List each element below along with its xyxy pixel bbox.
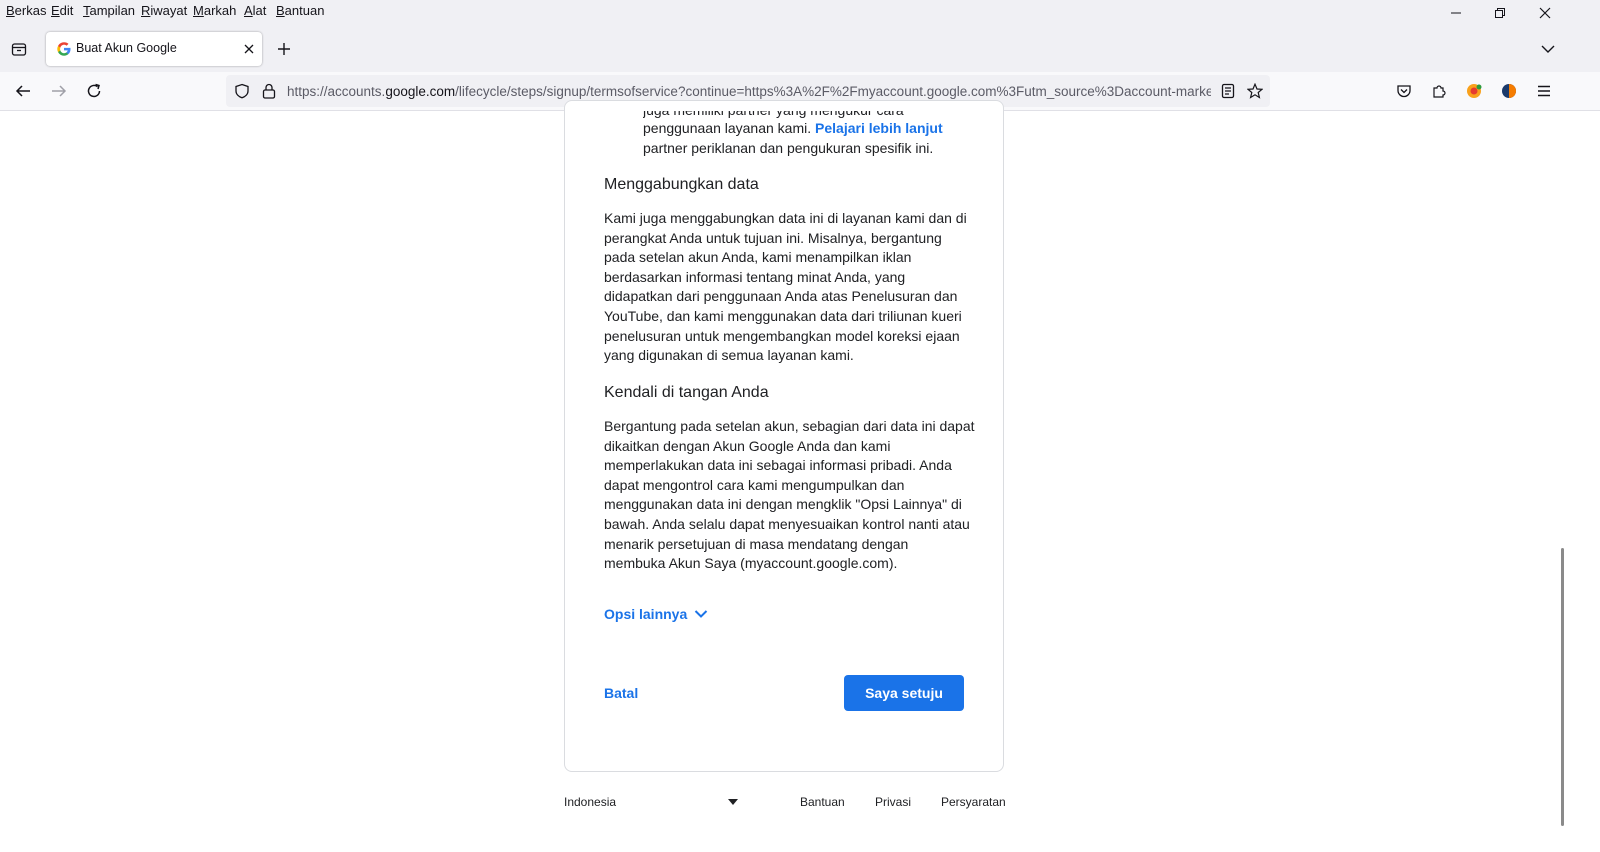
footer-terms-link[interactable]: Persyaratan: [941, 795, 1006, 809]
chevron-down-icon: [1541, 45, 1555, 53]
reader-view-icon: [1221, 83, 1235, 99]
forward-button[interactable]: [45, 77, 73, 105]
minimize-icon: [1451, 12, 1461, 14]
agree-button[interactable]: Saya setuju: [844, 675, 964, 711]
footer-help-link[interactable]: Bantuan: [800, 795, 845, 809]
bookmark-button[interactable]: [1241, 77, 1269, 105]
close-icon: [1539, 7, 1551, 19]
menu-tampilan[interactable]: Tampilan: [83, 3, 135, 18]
text-line: bawah. Anda selalu dapat menyesuaikan ko…: [604, 515, 970, 532]
reader-view-button[interactable]: [1214, 77, 1242, 105]
bullet-line-2: partner periklanan dan pengukuran spesif…: [643, 140, 934, 156]
menu-markah[interactable]: Markah: [193, 3, 236, 18]
back-button[interactable]: [9, 77, 37, 105]
language-selector[interactable]: Indonesia: [564, 795, 616, 809]
footer-privacy-link[interactable]: Privasi: [875, 795, 911, 809]
menu-bantuan[interactable]: Bantuan: [276, 3, 324, 18]
close-icon: [244, 44, 254, 54]
text-line: penelusuran untuk mengembangkan model ko…: [604, 327, 960, 344]
star-icon: [1247, 83, 1263, 99]
more-options-label: Opsi lainnya: [604, 606, 688, 622]
section-paragraph-combine-data: Kami juga menggabungkan data ini di laya…: [604, 209, 967, 366]
more-options-button[interactable]: Opsi lainnya: [604, 606, 708, 622]
half-circle-logo-icon: [1502, 84, 1516, 98]
shield-icon: [235, 83, 249, 99]
section-heading-combine-data: Menggabungkan data: [604, 176, 759, 193]
minimize-button[interactable]: [1433, 0, 1479, 28]
text-line: menggunakan data ini dengan mengklik "Op…: [604, 496, 962, 513]
text-line: dapat mengontrol cara kami mengumpulkan …: [604, 476, 905, 493]
url-text: https://accounts.google.com/lifecycle/st…: [287, 84, 1211, 99]
language-label: Indonesia: [564, 795, 617, 809]
new-tab-button[interactable]: [270, 35, 298, 63]
tab-title: Buat Akun Google: [76, 41, 177, 55]
text-line: yang digunakan di semua layanan kami.: [604, 347, 854, 364]
restore-icon: [1495, 8, 1505, 18]
app-menu-button[interactable]: [1530, 77, 1558, 105]
page-scrollbar[interactable]: [1561, 548, 1564, 826]
dropdown-arrow-icon: [728, 799, 738, 805]
url-path: /lifecycle/steps/signup/termsofservice?c…: [455, 84, 1211, 99]
tabs-archive-icon: [11, 43, 27, 56]
menu-riwayat[interactable]: Riwayat: [141, 3, 187, 18]
tab-overview-button[interactable]: [5, 35, 33, 63]
text-line: didapatkan dari penggunaan Anda atas Pen…: [604, 288, 958, 305]
restore-button[interactable]: [1477, 0, 1523, 28]
menu-alat[interactable]: Alat: [244, 3, 266, 18]
hamburger-menu-icon: [1538, 85, 1550, 97]
site-security-button[interactable]: [255, 77, 283, 105]
bullet-text: penggunaan layanan kami.: [643, 120, 816, 136]
menu-berkas[interactable]: Berkas: [6, 3, 46, 18]
arrow-left-icon: [15, 85, 30, 97]
text-line: pada setelan akun Anda, kami menampilkan…: [604, 249, 912, 266]
extension-addon-button[interactable]: [1460, 77, 1488, 105]
text-line: Kami juga menggabungkan data ini di laya…: [604, 210, 967, 226]
tab-close-button[interactable]: [244, 38, 254, 59]
text-line: membuka Akun Saya (myaccount.google.com)…: [604, 555, 898, 572]
google-favicon-icon: [57, 42, 71, 56]
close-window-button[interactable]: [1522, 0, 1568, 28]
lock-icon: [262, 83, 276, 99]
text-line: menarik persetujuan di masa mendatang de…: [604, 535, 909, 552]
chevron-down-icon: [694, 610, 708, 618]
text-line: dikaitkan dengan Akun Google Anda dan ka…: [604, 437, 891, 454]
bullet-line-1: penggunaan layanan kami. Pelajari lebih …: [643, 119, 943, 139]
plus-icon: [278, 43, 290, 55]
puzzle-icon: [1433, 85, 1446, 98]
addon-badge-icon: [1467, 84, 1482, 98]
tracking-protection-button[interactable]: [228, 77, 256, 105]
pocket-icon: [1397, 85, 1411, 98]
reload-button[interactable]: [80, 77, 108, 105]
text-line: Bergantung pada setelan akun, sebagian d…: [604, 418, 975, 434]
section-heading-control: Kendali di tangan Anda: [604, 384, 769, 401]
section-paragraph-control: Bergantung pada setelan akun, sebagian d…: [604, 417, 975, 574]
pocket-button[interactable]: [1390, 77, 1418, 105]
arrow-right-icon: [52, 85, 67, 97]
url-prefix: https://accounts.: [287, 84, 386, 99]
text-line: memperlakukan data ini sebagai informasi…: [604, 457, 952, 474]
menu-edit[interactable]: Edit: [51, 3, 73, 18]
tab-buat-akun-google[interactable]: Buat Akun Google: [46, 32, 262, 66]
extensions-button[interactable]: [1425, 77, 1453, 105]
learn-more-link[interactable]: Pelajari lebih lanjut: [815, 120, 943, 136]
profile-extension-button[interactable]: [1495, 77, 1523, 105]
text-line: YouTube, dan kami menggunakan data dari …: [604, 307, 962, 324]
cancel-button[interactable]: Batal: [604, 685, 638, 701]
menu-bar: Berkas Edit Tampilan Riwayat Markah Alat…: [0, 0, 1600, 26]
text-line: perangkat Anda untuk tujuan ini. Misalny…: [604, 229, 942, 246]
tab-bar: Buat Akun Google: [0, 26, 1600, 72]
text-line: berdasarkan informasi tentang minat Anda…: [604, 268, 906, 285]
reload-icon: [87, 83, 101, 98]
url-host: google.com: [385, 84, 456, 99]
list-all-tabs-button[interactable]: [1534, 35, 1562, 63]
